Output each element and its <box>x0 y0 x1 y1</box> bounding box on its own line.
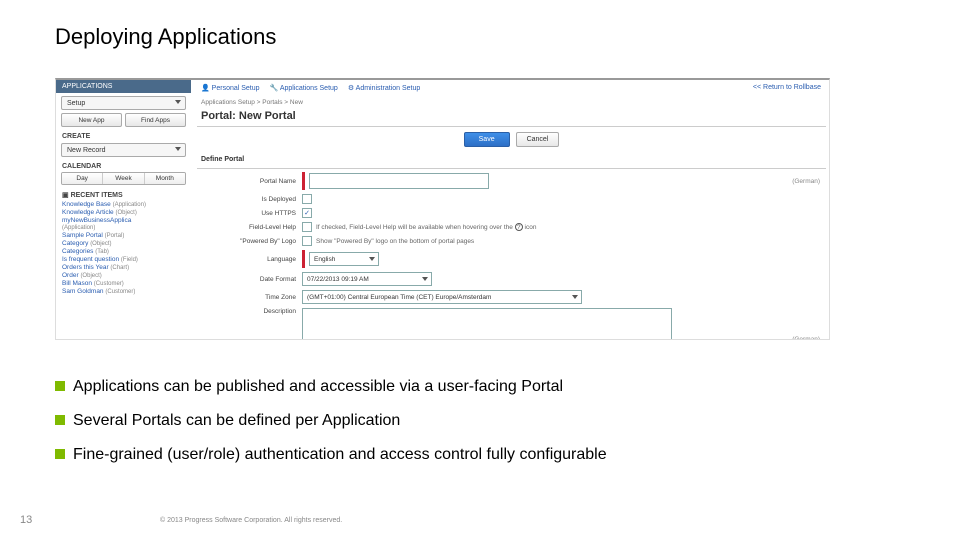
find-apps-button[interactable]: Find Apps <box>125 113 186 127</box>
bullet-text: Applications can be published and access… <box>73 378 563 396</box>
create-header: CREATE <box>62 133 185 140</box>
chevron-down-icon <box>422 277 428 281</box>
copyright: © 2013 Progress Software Corporation. Al… <box>160 517 342 524</box>
bullet-marker-icon <box>55 449 65 459</box>
use-https-checkbox[interactable]: ✓ <box>302 208 312 218</box>
recent-item[interactable]: Sample Portal (Portal) <box>62 232 185 239</box>
powered-by-checkbox[interactable] <box>302 236 312 246</box>
info-icon: ? <box>515 223 523 231</box>
label-description: Description <box>197 308 302 315</box>
locale-hint: (German) <box>792 336 820 340</box>
recent-item[interactable]: myNewBusinessApplica <box>62 217 185 224</box>
is-deployed-checkbox[interactable] <box>302 194 312 204</box>
portal-name-input[interactable] <box>309 173 489 189</box>
divider <box>197 126 826 127</box>
bullet-marker-icon <box>55 415 65 425</box>
save-button[interactable]: Save <box>464 132 510 147</box>
calendar-header: CALENDAR <box>62 163 185 170</box>
recent-item[interactable]: Bill Mason (Customer) <box>62 280 185 287</box>
form: Portal Name (German) Is Deployed Use HTT… <box>197 172 826 340</box>
create-selector[interactable]: New Record <box>61 143 186 157</box>
calendar-week[interactable]: Week <box>103 173 144 184</box>
description-textarea[interactable] <box>302 308 672 340</box>
recent-item-type: (Application) <box>62 225 185 231</box>
field-help-hint: If checked, Field-Level Help will be ava… <box>316 223 536 231</box>
divider <box>197 168 826 169</box>
slide-title: Deploying Applications <box>55 24 276 50</box>
bullet-list: Applications can be published and access… <box>55 378 875 480</box>
calendar-month[interactable]: Month <box>145 173 185 184</box>
date-format-select[interactable]: 07/22/2013 09:19 AM <box>302 272 432 286</box>
calendar-tabs: Day Week Month <box>61 172 186 185</box>
chevron-down-icon <box>369 257 375 261</box>
bullet-item: Several Portals can be defined per Appli… <box>55 412 875 430</box>
recent-item[interactable]: Orders this Year (Chart) <box>62 264 185 271</box>
personal-setup-link[interactable]: 👤 Personal Setup <box>201 84 260 92</box>
cancel-button[interactable]: Cancel <box>516 132 560 147</box>
locale-hint: (German) <box>792 178 820 185</box>
required-indicator <box>302 172 305 190</box>
recent-item[interactable]: Category (Object) <box>62 240 185 247</box>
bullet-item: Fine-grained (user/role) authentication … <box>55 446 875 464</box>
time-zone-select[interactable]: (GMT+01:00) Central European Time (CET) … <box>302 290 582 304</box>
return-link[interactable]: << Return to Rollbase <box>753 84 821 92</box>
recent-header: ▣ RECENT ITEMS <box>62 191 185 199</box>
bullet-item: Applications can be published and access… <box>55 378 875 396</box>
calendar-day[interactable]: Day <box>62 173 103 184</box>
action-row: Save Cancel <box>197 132 826 147</box>
breadcrumb: Applications Setup > Portals > New <box>201 99 303 106</box>
recent-item[interactable]: Categories (Tab) <box>62 248 185 255</box>
bullet-text: Fine-grained (user/role) authentication … <box>73 446 607 464</box>
chevron-down-icon <box>572 295 578 299</box>
recent-item[interactable]: Knowledge Article (Object) <box>62 209 185 216</box>
label-use-https: Use HTTPS <box>197 210 302 217</box>
label-portal-name: Portal Name <box>197 178 302 185</box>
applications-setup-link[interactable]: 🔧 Applications Setup <box>270 84 338 92</box>
app-screenshot: APPLICATIONS Setup New App Find Apps CRE… <box>55 78 830 340</box>
page-number: 13 <box>20 514 32 526</box>
recent-item[interactable]: Order (Object) <box>62 272 185 279</box>
section-header: Define Portal <box>201 156 244 163</box>
chevron-down-icon <box>175 147 181 151</box>
recent-item[interactable]: Sam Goldman (Customer) <box>62 288 185 295</box>
app-selector[interactable]: Setup <box>61 96 186 110</box>
page-title: Portal: New Portal <box>201 110 296 122</box>
admin-setup-link[interactable]: ⚙ Administration Setup <box>348 84 420 92</box>
label-date-format: Date Format <box>197 276 302 283</box>
new-app-button[interactable]: New App <box>61 113 122 127</box>
label-powered-by: "Powered By" Logo <box>197 238 302 245</box>
recent-item[interactable]: Is frequent question (Field) <box>62 256 185 263</box>
label-is-deployed: Is Deployed <box>197 196 302 203</box>
label-field-help: Field-Level Help <box>197 224 302 231</box>
powered-by-hint: Show "Powered By" logo on the bottom of … <box>316 238 474 245</box>
bullet-marker-icon <box>55 381 65 391</box>
setup-tabs: 👤 Personal Setup 🔧 Applications Setup ⚙ … <box>201 84 821 92</box>
language-select[interactable]: English <box>309 252 379 266</box>
field-help-checkbox[interactable] <box>302 222 312 232</box>
label-language: Language <box>197 256 302 263</box>
bullet-text: Several Portals can be defined per Appli… <box>73 412 400 430</box>
recent-item[interactable]: Knowledge Base (Application) <box>62 201 185 208</box>
slide: Deploying Applications APPLICATIONS Setu… <box>0 0 960 540</box>
chevron-down-icon <box>175 100 181 104</box>
sidebar-apps-header: APPLICATIONS <box>56 80 191 93</box>
sidebar: APPLICATIONS Setup New App Find Apps CRE… <box>56 80 191 339</box>
required-indicator <box>302 250 305 268</box>
label-time-zone: Time Zone <box>197 294 302 301</box>
